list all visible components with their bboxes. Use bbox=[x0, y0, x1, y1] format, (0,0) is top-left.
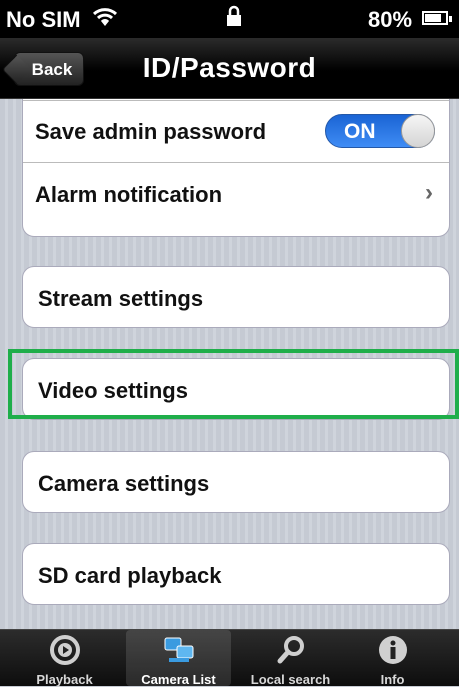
info-icon bbox=[378, 636, 407, 664]
chevron-right-icon: › bbox=[425, 179, 433, 206]
battery-percent: 80% bbox=[368, 7, 413, 32]
tab-playback[interactable]: Playback bbox=[12, 630, 117, 687]
camera-settings-button[interactable]: Camera settings bbox=[22, 451, 450, 513]
camera-settings-label: Camera settings bbox=[38, 471, 210, 496]
top-settings-group: Save admin password ON Alarm notificatio… bbox=[22, 99, 450, 237]
playback-icon bbox=[49, 635, 80, 665]
camera-list-icon bbox=[164, 637, 193, 662]
wifi-icon bbox=[92, 8, 118, 26]
stream-settings-button[interactable]: Stream settings bbox=[22, 266, 450, 328]
navigation-bar: Back ID/Password bbox=[0, 38, 459, 99]
carrier-label: No SIM bbox=[6, 7, 81, 32]
lock-icon bbox=[227, 5, 241, 26]
alarm-notification-label: Alarm notification bbox=[35, 182, 223, 207]
save-admin-password-toggle[interactable]: ON bbox=[325, 114, 435, 148]
tab-local-search[interactable]: Local search bbox=[238, 630, 343, 687]
alarm-notification-row[interactable]: Alarm notification › bbox=[23, 163, 449, 225]
tab-info[interactable]: Info bbox=[340, 630, 445, 687]
selection-highlight bbox=[8, 349, 459, 419]
tab-camera-list[interactable]: Camera List bbox=[126, 630, 231, 687]
page-title: ID/Password bbox=[142, 52, 317, 83]
toggle-on-label: ON bbox=[344, 120, 376, 143]
battery-icon bbox=[422, 11, 452, 25]
stream-settings-label: Stream settings bbox=[38, 286, 204, 311]
save-admin-password-label: Save admin password bbox=[35, 119, 267, 144]
save-admin-password-row: Save admin password ON bbox=[23, 100, 449, 162]
toggle-knob bbox=[401, 114, 435, 148]
search-icon bbox=[277, 636, 304, 664]
status-bar: No SIM 80% bbox=[0, 0, 459, 38]
tab-bar: Playback Camera List Local search Info bbox=[0, 629, 459, 687]
sd-card-playback-button[interactable]: SD card playback bbox=[22, 543, 450, 605]
sd-card-playback-label: SD card playback bbox=[38, 563, 222, 588]
